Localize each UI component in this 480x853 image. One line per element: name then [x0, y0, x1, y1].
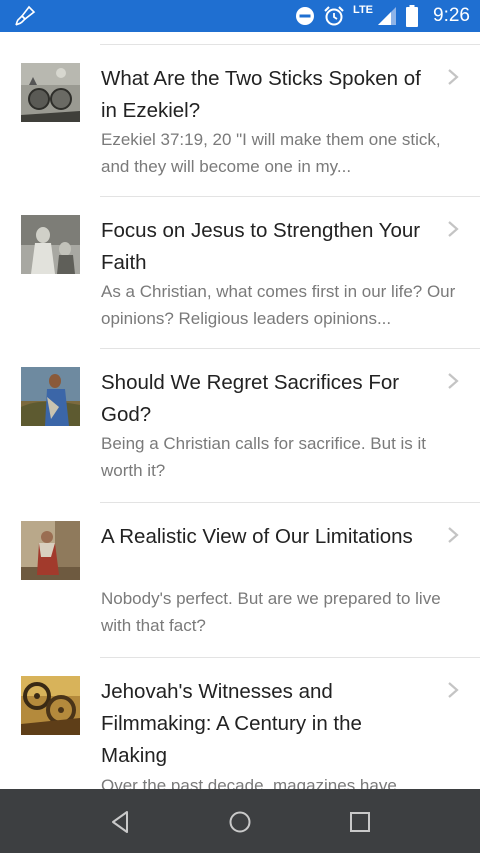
back-icon[interactable] — [108, 809, 134, 835]
home-icon[interactable] — [227, 809, 253, 835]
divider — [100, 502, 480, 503]
article-thumbnail[interactable] — [21, 676, 80, 735]
article-title[interactable]: What Are the Two Sticks Spoken of in Eze… — [101, 63, 431, 127]
divider — [100, 657, 480, 658]
status-bar: LTE 9:26 — [0, 0, 480, 32]
article-description: Nobody's perfect. But are we prepared to… — [101, 589, 441, 635]
battery-icon — [406, 5, 419, 27]
article-title[interactable]: Jehovah's Witnesses and Filmmaking: A Ce… — [101, 676, 431, 772]
divider — [100, 196, 480, 197]
article-description: Ezekiel 37:19, 20 "I will make them one … — [101, 130, 441, 176]
article-thumbnail[interactable] — [21, 215, 80, 274]
article-thumbnail[interactable] — [21, 63, 80, 122]
chevron-right-icon — [448, 221, 459, 237]
network-type-label: LTE — [353, 4, 374, 16]
article-description: Over the past decade, magazines have — [101, 776, 397, 789]
article-title[interactable]: A Realistic View of Our Limitations — [101, 521, 431, 553]
signal-icon — [378, 7, 397, 25]
chevron-right-icon — [448, 682, 459, 698]
alarm-icon — [324, 6, 344, 26]
notification-brush-icon — [14, 5, 36, 27]
chevron-right-icon — [448, 373, 459, 389]
do-not-disturb-icon — [296, 7, 315, 25]
article-list[interactable]: What Are the Two Sticks Spoken of in Eze… — [0, 32, 480, 789]
chevron-right-icon — [448, 527, 459, 543]
divider — [100, 44, 480, 45]
chevron-right-icon — [448, 69, 459, 85]
clock: 9:26 — [433, 5, 470, 26]
article-thumbnail[interactable] — [21, 521, 80, 580]
navigation-bar — [0, 789, 480, 853]
recents-icon[interactable] — [347, 809, 373, 835]
divider — [100, 348, 480, 349]
article-title[interactable]: Should We Regret Sacrifices For God? — [101, 367, 431, 431]
article-description: Being a Christian calls for sacrifice. B… — [101, 434, 427, 480]
article-description: As a Christian, what comes first in our … — [101, 282, 456, 328]
article-thumbnail[interactable] — [21, 367, 80, 426]
article-title[interactable]: Focus on Jesus to Strengthen Your Faith — [101, 215, 431, 279]
